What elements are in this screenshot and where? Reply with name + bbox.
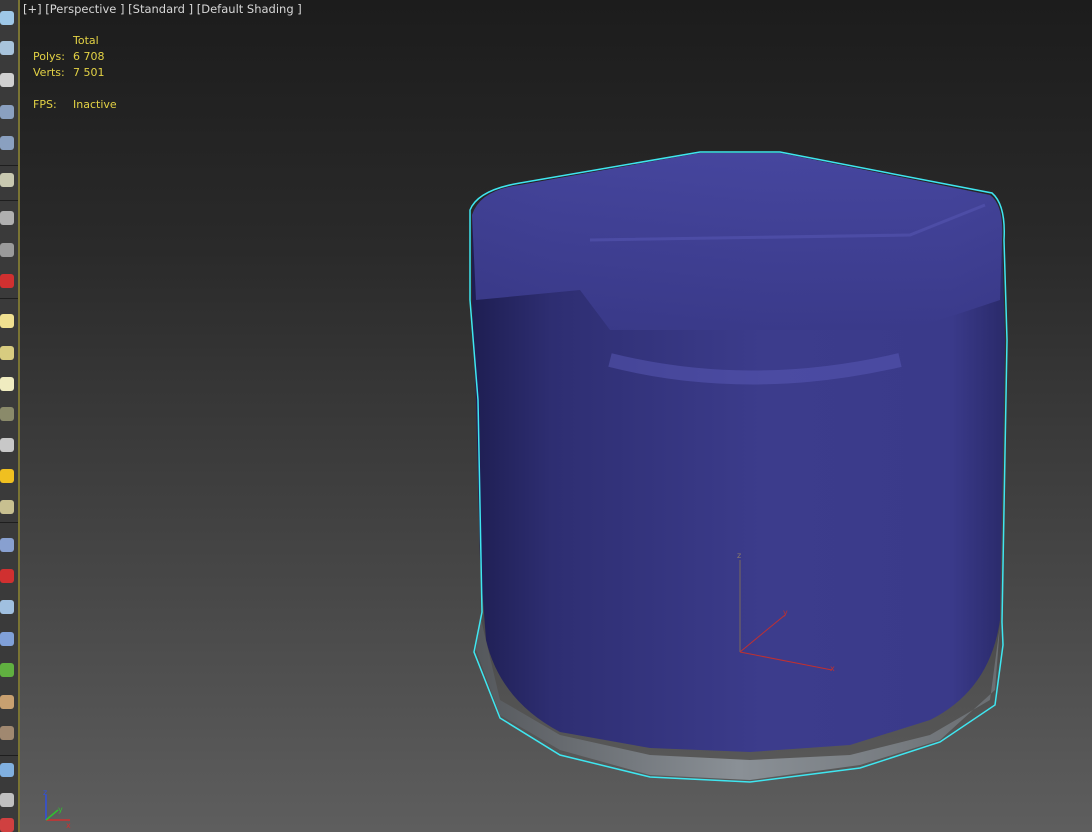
svg-text:z: z [43,788,47,797]
gizmo-z-label: z [737,551,741,560]
svg-text:x: x [66,821,71,830]
oil-filter-object[interactable] [469,151,1008,783]
svg-text:y: y [58,805,63,814]
gizmo-y-label: y [783,608,788,617]
viewport-scene[interactable]: z y x z y x [0,0,1092,832]
world-axis-tripod: z y x [43,788,71,830]
gizmo-x-label: x [830,664,835,673]
